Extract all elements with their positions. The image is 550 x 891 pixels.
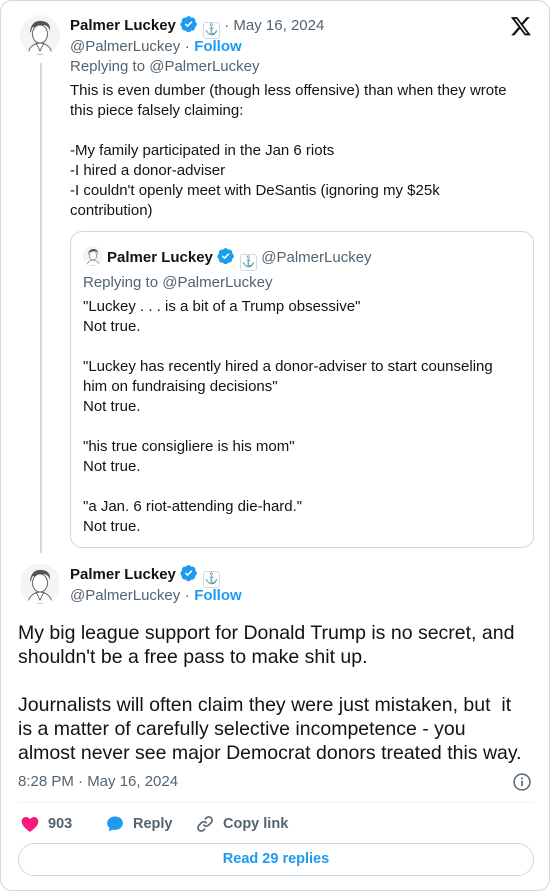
link-icon xyxy=(197,816,213,832)
avatar xyxy=(83,246,103,266)
like-button[interactable]: 903 xyxy=(20,813,72,835)
handle-row: @PalmerLuckey · Follow xyxy=(70,38,242,56)
verified-badge-icon xyxy=(180,16,198,33)
replying-to[interactable]: Replying to @PalmerLuckey xyxy=(70,58,259,75)
quote-replying-to: Replying to @PalmerLuckey xyxy=(83,274,273,291)
affiliate-badge-icon[interactable]: ⚓ xyxy=(202,22,220,39)
verified-badge-icon xyxy=(180,565,198,582)
affiliate-badge-icon: ⚓ xyxy=(239,254,257,271)
post-date[interactable]: · May 16, 2024 xyxy=(224,17,324,34)
timestamp[interactable]: 8:28 PM · May 16, 2024 xyxy=(18,773,178,790)
thread-line xyxy=(40,63,42,553)
author-row: Palmer Luckey ⚓ · May 16, 2024 xyxy=(70,15,324,39)
handle-row: @PalmerLuckey · Follow xyxy=(70,587,242,605)
verified-badge-icon xyxy=(217,248,235,265)
author-handle[interactable]: @PalmerLuckey xyxy=(70,587,180,604)
avatar[interactable] xyxy=(20,564,60,604)
author-handle[interactable]: @PalmerLuckey xyxy=(70,38,180,55)
author-name[interactable]: Palmer Luckey xyxy=(70,566,176,583)
affiliate-badge-icon[interactable]: ⚓ xyxy=(202,571,220,588)
follow-button[interactable]: Follow xyxy=(194,587,242,604)
divider xyxy=(18,802,534,803)
reply-label: Reply xyxy=(133,816,173,832)
copy-link-label: Copy link xyxy=(223,816,289,832)
reply-bubble-icon xyxy=(107,816,123,832)
heart-icon xyxy=(21,817,39,832)
read-replies-button[interactable]: Read 29 replies xyxy=(18,843,534,876)
follow-button[interactable]: Follow xyxy=(194,38,242,55)
quote-author-handle: @PalmerLuckey xyxy=(261,249,372,266)
tweet-text: This is even dumber (though less offensi… xyxy=(70,82,507,219)
separator: · xyxy=(184,587,190,604)
quote-author-row: Palmer Luckey ⚓ @PalmerLuckey xyxy=(107,247,372,271)
separator: · xyxy=(184,38,190,55)
author-name[interactable]: Palmer Luckey xyxy=(70,17,176,34)
reply-button[interactable]: Reply xyxy=(105,813,173,835)
info-icon[interactable] xyxy=(512,772,532,792)
quote-author-name: Palmer Luckey xyxy=(107,249,213,266)
copy-link-button[interactable]: Copy link xyxy=(195,813,288,835)
tweet-embed-card: Palmer Luckey ⚓ · May 16, 2024 @PalmerLu… xyxy=(0,0,550,891)
avatar[interactable] xyxy=(20,15,60,55)
x-logo-icon[interactable] xyxy=(510,15,532,37)
author-row: Palmer Luckey ⚓ xyxy=(70,564,220,588)
main-tweet-text: My big league support for Donald Trump i… xyxy=(18,622,522,764)
like-count: 903 xyxy=(48,816,73,832)
quote-text: "Luckey . . . is a bit of a Trump obsess… xyxy=(83,298,493,535)
quoted-tweet[interactable]: Palmer Luckey ⚓ @PalmerLuckey Replying t… xyxy=(70,231,534,548)
